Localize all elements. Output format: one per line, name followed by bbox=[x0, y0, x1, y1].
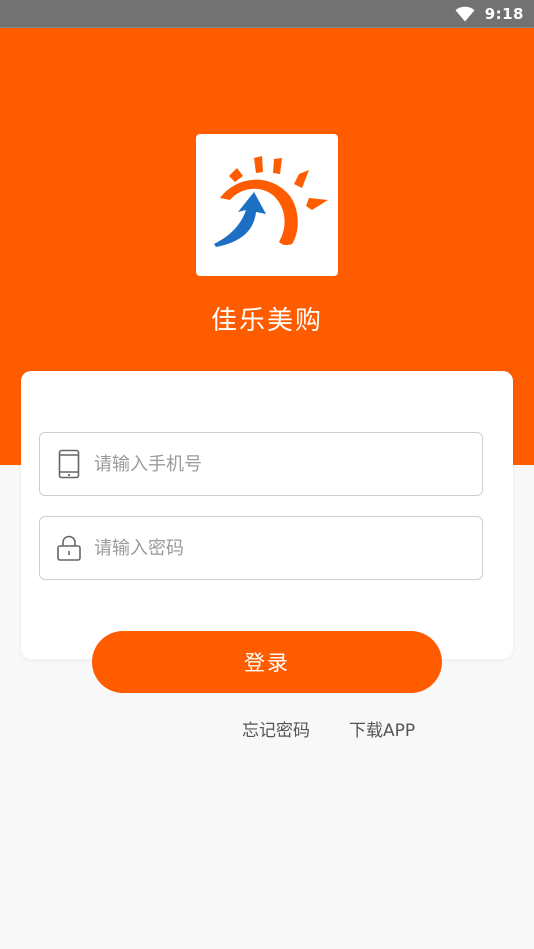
password-input[interactable] bbox=[94, 528, 482, 568]
status-indicators: 9:18 bbox=[455, 0, 524, 28]
app-logo bbox=[196, 134, 338, 276]
lock-icon bbox=[56, 533, 82, 563]
phone-input[interactable] bbox=[94, 444, 482, 484]
status-time: 9:18 bbox=[484, 5, 524, 23]
forgot-password-link[interactable]: 忘记密码 bbox=[242, 716, 310, 741]
download-app-link[interactable]: 下载APP bbox=[349, 716, 415, 741]
password-field[interactable] bbox=[39, 516, 483, 580]
app-name: 佳乐美购 bbox=[210, 306, 323, 336]
status-bar: 9:18 bbox=[0, 0, 534, 28]
phone-field[interactable] bbox=[39, 432, 483, 496]
wifi-icon bbox=[455, 6, 475, 22]
login-card bbox=[21, 371, 513, 659]
phone-icon bbox=[56, 449, 82, 479]
logo-sun-arrow-icon bbox=[214, 156, 328, 247]
login-button[interactable]: 登录 bbox=[92, 631, 442, 693]
